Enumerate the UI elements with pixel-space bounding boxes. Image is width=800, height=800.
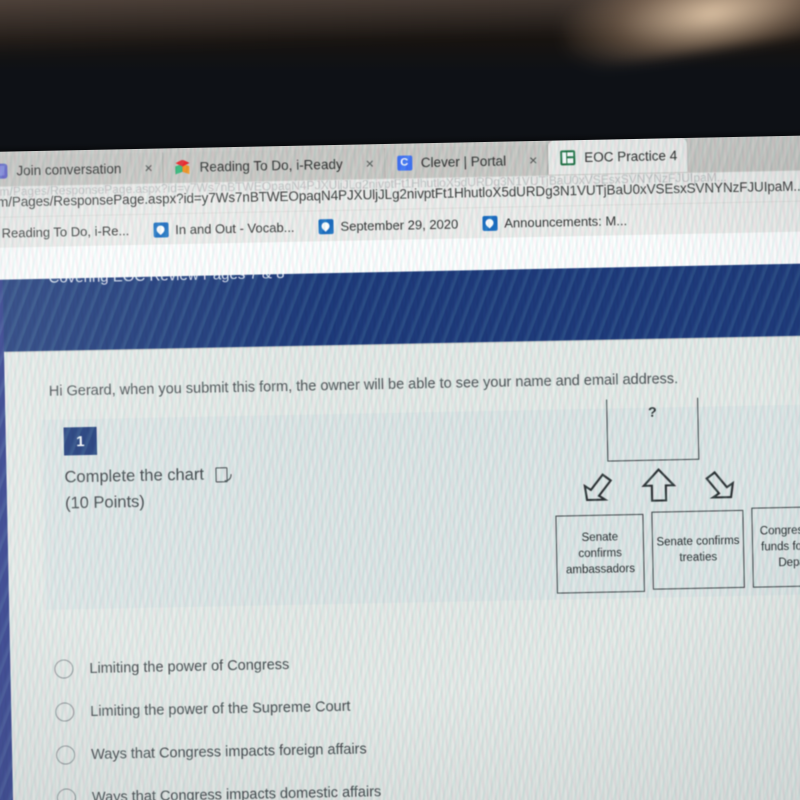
question-title-text: Complete the chart (64, 465, 205, 487)
radio-button[interactable] (55, 702, 75, 722)
bookmark-icon (318, 218, 334, 234)
radio-button[interactable] (54, 659, 74, 679)
question-points: (10 Points) (64, 492, 146, 513)
question-title: Complete the chart (10 Points) (64, 462, 233, 516)
diagram-box-1: Senate confirms ambassadors (555, 513, 645, 594)
tab-label: Clever | Portal (420, 153, 507, 170)
tab-clever-portal[interactable]: C Clever | Portal × (384, 144, 549, 178)
bookmark-september-29-2020[interactable]: September 29, 2020 (306, 216, 470, 234)
bookmark-announcements[interactable]: Announcements: M... (470, 212, 639, 231)
tab-join-conversation[interactable]: Join conversation × (0, 152, 164, 187)
tab-label: EOC Practice 4 (584, 147, 678, 165)
radio-button[interactable] (55, 745, 76, 765)
arrow-up-left-icon (705, 470, 735, 499)
option-label: Limiting the power of Congress (89, 656, 290, 677)
form-banner-subtitle: Covering EOC Review Pages 7 & 8 (48, 265, 285, 287)
radio-button[interactable] (56, 788, 77, 800)
option-label: Ways that Congress impacts foreign affai… (90, 740, 367, 763)
diagram-box-3: Congress provides funds for the State De… (751, 505, 800, 588)
tab-label: Reading To Do, i-Ready (199, 156, 343, 175)
chart-diagram: ? Senate confirms ambassadors Senate con… (511, 397, 800, 601)
form-greeting: Hi Gerard, when you submit this form, th… (48, 371, 679, 400)
bookmark-label: Reading To Do, i-Re... (1, 222, 130, 241)
form-card: Hi Gerard, when you submit this form, th… (4, 335, 800, 800)
close-icon[interactable]: × (365, 155, 374, 171)
answer-options: Limiting the power of Congress Limiting … (54, 632, 800, 800)
bezel-sheen (0, 0, 800, 58)
close-icon[interactable]: × (144, 160, 153, 176)
close-icon[interactable]: × (529, 152, 538, 168)
bookmark-reading-to-do[interactable]: Reading To Do, i-Re... (0, 222, 141, 241)
iready-cube-icon (175, 159, 190, 174)
clever-c-icon: C (396, 154, 412, 171)
ms-forms-icon (560, 149, 576, 165)
arrow-up-icon (641, 468, 677, 502)
option-label: Limiting the power of the Supreme Court (90, 698, 351, 720)
forms-page: Covering EOC Review Pages 7 & 8 Hi Gerar… (0, 263, 800, 800)
tab-eoc-practice-4[interactable]: EOC Practice 4 (547, 137, 688, 175)
bookmark-icon (153, 221, 169, 238)
question-number: 1 (63, 426, 98, 456)
tab-label: Join conversation (16, 160, 122, 178)
teams-icon (0, 163, 8, 179)
bookmark-label: September 29, 2020 (340, 216, 459, 234)
monitor-photo: Join conversation × Reading To Do, i-Rea… (0, 0, 800, 800)
speaker-icon[interactable] (215, 467, 233, 483)
diagram-top-box-label: ? (647, 403, 657, 420)
browser-window: Join conversation × Reading To Do, i-Rea… (0, 135, 800, 800)
arrow-up-right-icon (583, 473, 613, 502)
bookmark-label: In and Out - Vocab... (175, 219, 295, 237)
option-label: Ways that Congress impacts domestic affa… (91, 783, 382, 800)
question-block: 1 Complete the chart (10 Points) ? Senat… (41, 397, 800, 610)
bookmark-in-and-out-vocab[interactable]: In and Out - Vocab... (141, 219, 307, 238)
bookmark-label: Announcements: M... (504, 212, 628, 231)
tab-reading-to-do-iready[interactable]: Reading To Do, i-Ready × (163, 148, 386, 183)
diagram-top-box: ? (606, 397, 700, 462)
bookmark-icon (482, 215, 498, 231)
diagram-box-2: Senate confirms treaties (651, 509, 745, 590)
browser-chrome: Join conversation × Reading To Do, i-Rea… (0, 135, 800, 248)
